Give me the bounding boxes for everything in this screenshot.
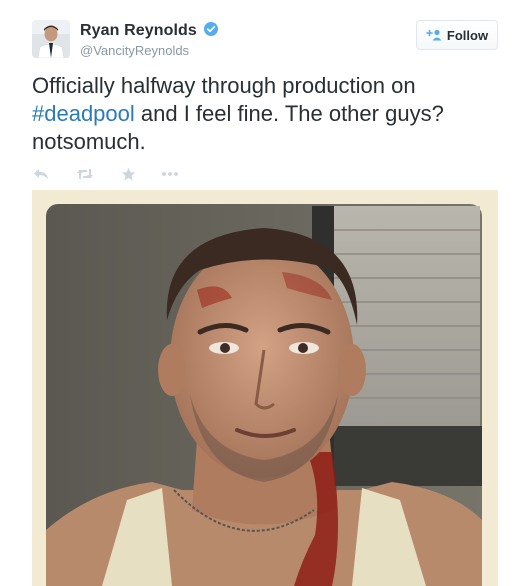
display-name[interactable]: Ryan Reynolds: [80, 22, 197, 39]
tweet-card: Ryan Reynolds @VancityReynolds Follow Of…: [0, 0, 528, 586]
avatar[interactable]: [32, 20, 70, 58]
retweet-icon[interactable]: [76, 166, 94, 182]
tweet-text: Officially halfway through production on…: [32, 72, 502, 156]
reply-icon[interactable]: [32, 166, 50, 182]
follow-button-label: Follow: [446, 27, 489, 43]
user-handle[interactable]: @VancityReynolds: [80, 43, 218, 58]
user-info: Ryan Reynolds @VancityReynolds: [80, 22, 219, 58]
follow-user-icon: [426, 29, 442, 41]
verified-badge-icon: [204, 22, 219, 36]
hashtag-link[interactable]: #deadpool: [32, 101, 135, 126]
follow-button[interactable]: Follow: [416, 20, 498, 50]
favorite-icon[interactable]: [119, 166, 137, 182]
tweet-photo[interactable]: [32, 190, 498, 586]
more-icon[interactable]: [161, 166, 179, 182]
tweet-text-part-1: Officially halfway through production on: [32, 73, 416, 98]
